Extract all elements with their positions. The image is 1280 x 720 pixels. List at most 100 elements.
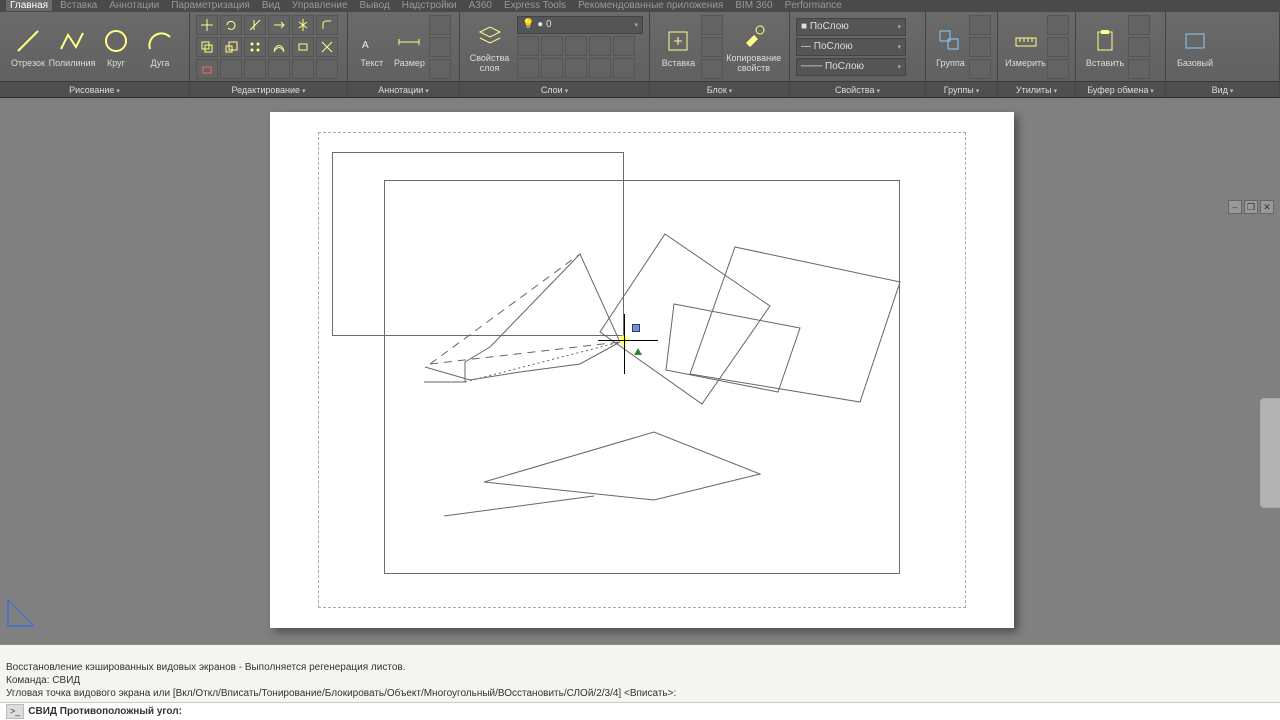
extend-button[interactable]: [268, 15, 290, 35]
extra1-button[interactable]: [220, 59, 242, 79]
cut-button[interactable]: [1128, 15, 1150, 35]
copybase-button[interactable]: [1128, 59, 1150, 79]
offset-button[interactable]: [268, 37, 290, 57]
tab-view[interactable]: Вид: [258, 0, 284, 11]
line-button[interactable]: Отрезок: [6, 18, 50, 76]
block-edit-button[interactable]: [701, 37, 723, 57]
color-combo[interactable]: ■ ПоСлою: [796, 18, 906, 36]
matchprops-button[interactable]: Копирование свойств: [724, 18, 783, 76]
hatch-button[interactable]: [429, 59, 451, 79]
panel-annot: A Текст Размер Аннотации: [348, 12, 460, 97]
layer-lock-button[interactable]: [565, 36, 587, 56]
navigation-bar[interactable]: [1260, 398, 1280, 508]
osnap-triangle: [634, 348, 642, 355]
panel-utils-label[interactable]: Утилиты: [998, 81, 1075, 97]
copyc-button[interactable]: [1128, 37, 1150, 57]
polyline-button[interactable]: Полилиния: [50, 18, 94, 76]
tab-a360[interactable]: A360: [465, 0, 496, 11]
insert-button[interactable]: Вставка: [656, 18, 701, 76]
groupsel-button[interactable]: [969, 59, 991, 79]
point-button[interactable]: [1047, 59, 1069, 79]
mirror-button[interactable]: [292, 15, 314, 35]
osnap-marker: [632, 324, 640, 332]
svg-text:A: A: [362, 40, 369, 51]
arc-button[interactable]: Дуга: [138, 18, 182, 76]
extra2-button[interactable]: [244, 59, 266, 79]
baseview-icon: [1180, 26, 1210, 56]
layer-uniso-button[interactable]: [517, 58, 539, 78]
explode-button[interactable]: [316, 37, 338, 57]
tab-bim360[interactable]: BIM 360: [731, 0, 776, 11]
panel-groups-label[interactable]: Группы: [926, 81, 997, 97]
tab-home[interactable]: Главная: [6, 0, 52, 11]
measure-button[interactable]: Измерить: [1004, 18, 1047, 76]
tab-addins[interactable]: Надстройки: [398, 0, 461, 11]
layer-props-button[interactable]: Свойства слоя: [466, 18, 513, 76]
extra5-button[interactable]: [316, 59, 338, 79]
calc-button[interactable]: [1047, 37, 1069, 57]
block-attr-button[interactable]: [701, 59, 723, 79]
select-button[interactable]: [1047, 15, 1069, 35]
tab-perf[interactable]: Performance: [781, 0, 846, 11]
tab-param[interactable]: Параметризация: [167, 0, 254, 11]
layer-match-button[interactable]: [613, 36, 635, 56]
stretch-button[interactable]: [292, 37, 314, 57]
text-button[interactable]: A Текст: [354, 18, 390, 76]
tab-insert[interactable]: Вставка: [56, 0, 101, 11]
panel-draw: Отрезок Полилиния Круг Дуга Рисование: [0, 12, 190, 97]
vp-max-button[interactable]: ❐: [1244, 200, 1258, 214]
drawing-area[interactable]: – ❐ ✕: [0, 98, 1280, 644]
layer-combo[interactable]: 💡 ● 0: [517, 16, 643, 34]
panel-view-label[interactable]: Вид: [1166, 81, 1279, 97]
linetype-combo[interactable]: ─── ПоСлою: [796, 58, 906, 76]
base-view-button[interactable]: Базовый: [1172, 18, 1218, 76]
cmd-input[interactable]: СВИД Противоположный угол:: [0, 702, 1280, 720]
panel-modify-label[interactable]: Редактирование: [190, 81, 347, 97]
dimension-button[interactable]: Размер: [390, 18, 430, 76]
panel-props-label[interactable]: Свойства: [790, 81, 925, 97]
panel-clip-label[interactable]: Буфер обмена: [1076, 81, 1165, 97]
tab-featured[interactable]: Рекомендованные приложения: [574, 0, 727, 11]
panel-annot-label[interactable]: Аннотации: [348, 81, 459, 97]
trim-button[interactable]: [244, 15, 266, 35]
paste-button[interactable]: Вставить: [1082, 18, 1128, 76]
tab-express[interactable]: Express Tools: [500, 0, 570, 11]
tab-manage[interactable]: Управление: [288, 0, 352, 11]
extra4-button[interactable]: [292, 59, 314, 79]
groupedit-button[interactable]: [969, 37, 991, 57]
extra3-button[interactable]: [268, 59, 290, 79]
rotate-button[interactable]: [220, 15, 242, 35]
cmd-history-3: Угловая точка видового экрана или [Вкл/О…: [6, 687, 1274, 700]
layer-unlock-button[interactable]: [565, 58, 587, 78]
table-button[interactable]: [429, 37, 451, 57]
leader-button[interactable]: [429, 15, 451, 35]
lineweight-combo[interactable]: — ПоСлою: [796, 38, 906, 56]
vp-min-button[interactable]: –: [1228, 200, 1242, 214]
command-line[interactable]: Восстановление кэшированных видовых экра…: [0, 644, 1280, 720]
tab-output[interactable]: Вывод: [356, 0, 394, 11]
layer-on-button[interactable]: [589, 58, 611, 78]
copy-button[interactable]: [196, 37, 218, 57]
layer-iso-button[interactable]: [517, 36, 539, 56]
block-create-button[interactable]: [701, 15, 723, 35]
scale-button[interactable]: [220, 37, 242, 57]
layer-prev-button[interactable]: [613, 58, 635, 78]
panel-clipboard: Вставить Буфер обмена: [1076, 12, 1166, 97]
array-button[interactable]: [244, 37, 266, 57]
circle-icon: [101, 26, 131, 56]
vp-close-button[interactable]: ✕: [1260, 200, 1274, 214]
fillet-button[interactable]: [316, 15, 338, 35]
panel-draw-label[interactable]: Рисование: [0, 81, 189, 97]
ungroup-button[interactable]: [969, 15, 991, 35]
move-button[interactable]: [196, 15, 218, 35]
layer-freeze-button[interactable]: [541, 36, 563, 56]
group-button[interactable]: Группа: [932, 18, 969, 76]
layer-thaw-button[interactable]: [541, 58, 563, 78]
tab-annot[interactable]: Аннотации: [105, 0, 163, 11]
circle-button[interactable]: Круг: [94, 18, 138, 76]
panel-block-label[interactable]: Блок: [650, 81, 789, 97]
viewport-window-controls: – ❐ ✕: [1228, 200, 1274, 214]
panel-layers-label[interactable]: Слои: [460, 81, 649, 97]
erase-button[interactable]: [196, 59, 218, 79]
layer-off-button[interactable]: [589, 36, 611, 56]
